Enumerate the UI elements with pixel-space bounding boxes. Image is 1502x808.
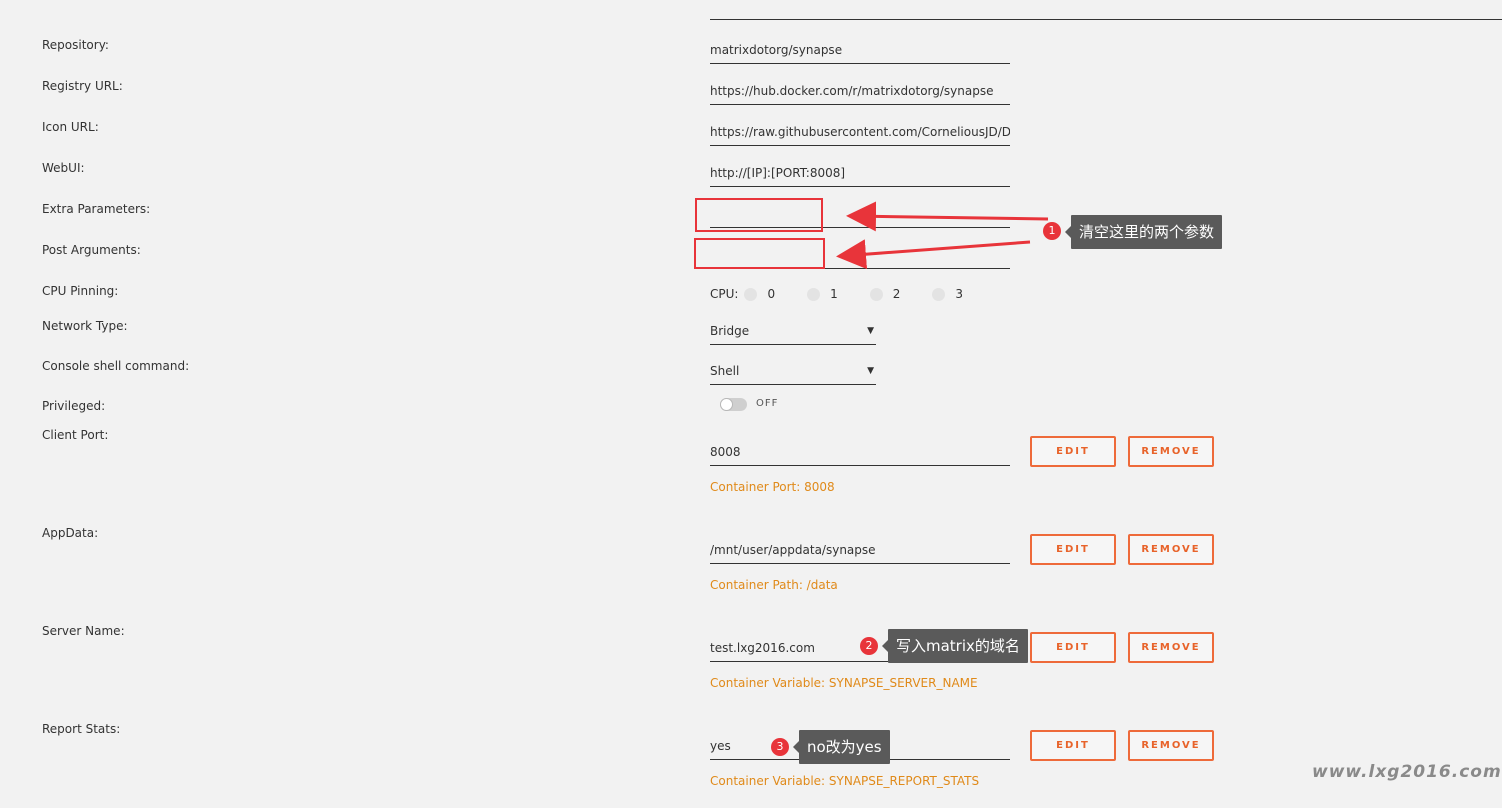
arrow-to-extra-parameters (846, 201, 1049, 232)
annotation-badge-3: 3 (771, 738, 789, 756)
annotation-tooltip-1: 清空这里的两个参数 (1065, 215, 1223, 249)
watermark: www.lxg2016.com (1312, 762, 1502, 782)
annotation-text-1: 清空这里的两个参数 (1079, 223, 1215, 241)
annotation-badge-1: 1 (1043, 222, 1061, 240)
annotation-badge-2: 2 (860, 637, 878, 655)
arrow-to-post-arguments (836, 239, 1031, 270)
annotation-text-2: 写入matrix的域名 (896, 637, 1020, 655)
tooltip-tail (882, 640, 888, 652)
annotation-text-3: no改为yes (807, 738, 882, 756)
annotation-tooltip-3: no改为yes (793, 730, 890, 764)
annotation-tooltip-2: 写入matrix的域名 (882, 629, 1028, 663)
tooltip-tail (793, 741, 799, 753)
annotation-arrows (836, 201, 1049, 270)
tooltip-tail (1065, 226, 1071, 238)
